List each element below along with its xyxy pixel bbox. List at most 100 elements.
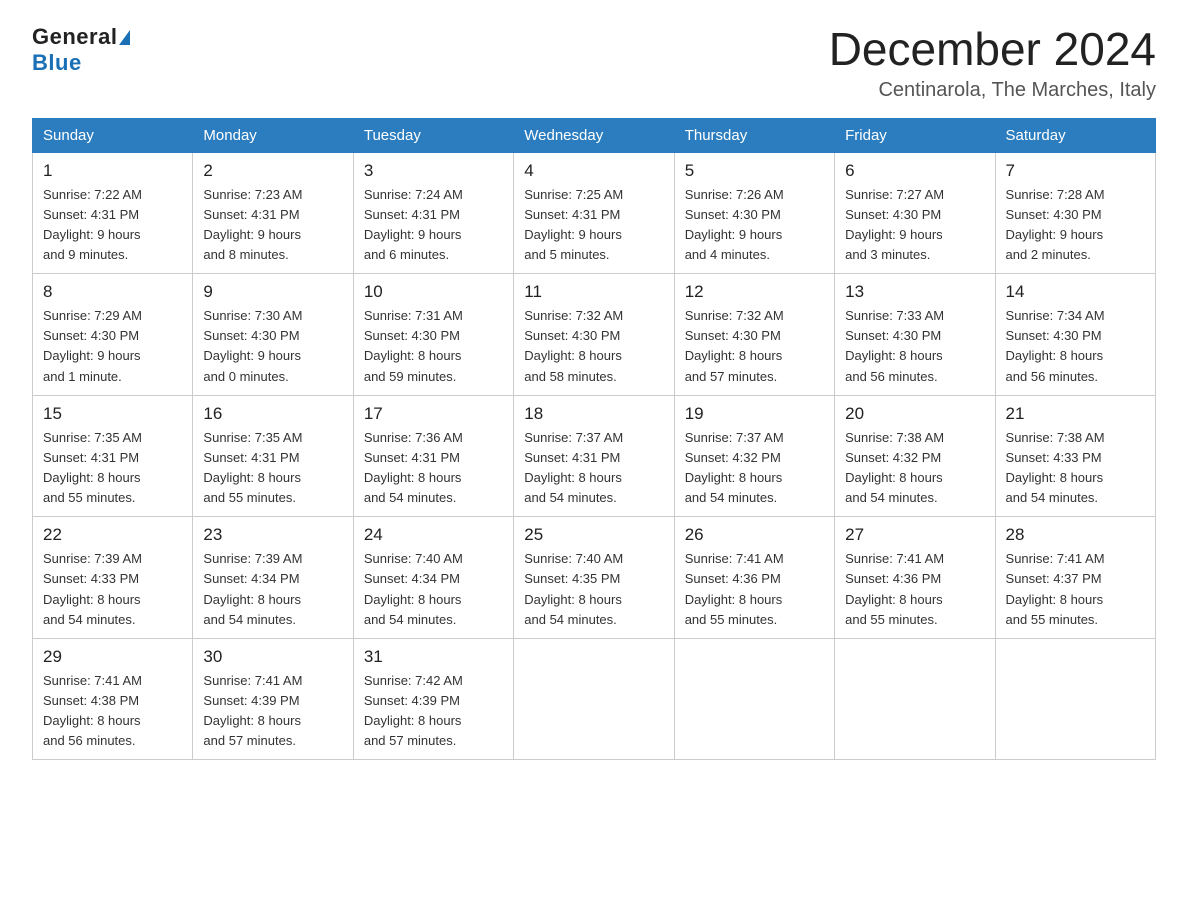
- day-info: Sunrise: 7:42 AMSunset: 4:39 PMDaylight:…: [364, 671, 503, 752]
- calendar-cell: [995, 638, 1155, 760]
- calendar-cell: 23 Sunrise: 7:39 AMSunset: 4:34 PMDayligh…: [193, 517, 353, 639]
- day-info: Sunrise: 7:41 AMSunset: 4:38 PMDaylight:…: [43, 671, 182, 752]
- calendar-week-row: 22 Sunrise: 7:39 AMSunset: 4:33 PMDayligh…: [33, 517, 1156, 639]
- day-info: Sunrise: 7:27 AMSunset: 4:30 PMDaylight:…: [845, 185, 984, 266]
- day-number: 20: [845, 404, 984, 424]
- day-info: Sunrise: 7:38 AMSunset: 4:32 PMDaylight:…: [845, 428, 984, 509]
- day-info: Sunrise: 7:37 AMSunset: 4:31 PMDaylight:…: [524, 428, 663, 509]
- day-number: 9: [203, 282, 342, 302]
- calendar-cell: 1 Sunrise: 7:22 AMSunset: 4:31 PMDaylight…: [33, 152, 193, 274]
- calendar-cell: [674, 638, 834, 760]
- day-info: Sunrise: 7:25 AMSunset: 4:31 PMDaylight:…: [524, 185, 663, 266]
- day-info: Sunrise: 7:22 AMSunset: 4:31 PMDaylight:…: [43, 185, 182, 266]
- day-number: 1: [43, 161, 182, 181]
- day-info: Sunrise: 7:33 AMSunset: 4:30 PMDaylight:…: [845, 306, 984, 387]
- calendar-cell: 12 Sunrise: 7:32 AMSunset: 4:30 PMDayligh…: [674, 274, 834, 396]
- day-info: Sunrise: 7:32 AMSunset: 4:30 PMDaylight:…: [524, 306, 663, 387]
- calendar-cell: 22 Sunrise: 7:39 AMSunset: 4:33 PMDayligh…: [33, 517, 193, 639]
- weekday-header-tuesday: Tuesday: [353, 118, 513, 152]
- calendar-cell: 21 Sunrise: 7:38 AMSunset: 4:33 PMDayligh…: [995, 395, 1155, 517]
- day-number: 13: [845, 282, 984, 302]
- day-info: Sunrise: 7:41 AMSunset: 4:37 PMDaylight:…: [1006, 549, 1145, 630]
- calendar-cell: 7Sunrise: 7:28 AMSunset: 4:30 PMDaylight…: [995, 152, 1155, 274]
- day-number: 31: [364, 647, 503, 667]
- calendar-cell: 20 Sunrise: 7:38 AMSunset: 4:32 PMDayligh…: [835, 395, 995, 517]
- day-info: Sunrise: 7:30 AMSunset: 4:30 PMDaylight:…: [203, 306, 342, 387]
- day-number: 25: [524, 525, 663, 545]
- calendar-cell: 16 Sunrise: 7:35 AMSunset: 4:31 PMDayligh…: [193, 395, 353, 517]
- calendar-cell: 28 Sunrise: 7:41 AMSunset: 4:37 PMDayligh…: [995, 517, 1155, 639]
- day-number: 21: [1006, 404, 1145, 424]
- calendar-week-row: 1 Sunrise: 7:22 AMSunset: 4:31 PMDaylight…: [33, 152, 1156, 274]
- day-info: Sunrise: 7:39 AMSunset: 4:33 PMDaylight:…: [43, 549, 182, 630]
- calendar-cell: 18 Sunrise: 7:37 AMSunset: 4:31 PMDayligh…: [514, 395, 674, 517]
- logo-blue: Blue: [32, 50, 82, 76]
- day-info: Sunrise: 7:28 AMSunset: 4:30 PMDaylight:…: [1006, 185, 1145, 266]
- calendar-cell: 5Sunrise: 7:26 AMSunset: 4:30 PMDaylight…: [674, 152, 834, 274]
- day-info: Sunrise: 7:35 AMSunset: 4:31 PMDaylight:…: [203, 428, 342, 509]
- day-number: 30: [203, 647, 342, 667]
- day-number: 6: [845, 161, 984, 181]
- calendar-cell: 29Sunrise: 7:41 AMSunset: 4:38 PMDayligh…: [33, 638, 193, 760]
- day-number: 23: [203, 525, 342, 545]
- day-number: 12: [685, 282, 824, 302]
- calendar-week-row: 29Sunrise: 7:41 AMSunset: 4:38 PMDayligh…: [33, 638, 1156, 760]
- day-number: 8: [43, 282, 182, 302]
- day-info: Sunrise: 7:41 AMSunset: 4:36 PMDaylight:…: [845, 549, 984, 630]
- day-info: Sunrise: 7:29 AMSunset: 4:30 PMDaylight:…: [43, 306, 182, 387]
- day-info: Sunrise: 7:35 AMSunset: 4:31 PMDaylight:…: [43, 428, 182, 509]
- day-info: Sunrise: 7:39 AMSunset: 4:34 PMDaylight:…: [203, 549, 342, 630]
- weekday-header-monday: Monday: [193, 118, 353, 152]
- day-number: 5: [685, 161, 824, 181]
- page-title: December 2024: [829, 24, 1156, 75]
- calendar-cell: 6 Sunrise: 7:27 AMSunset: 4:30 PMDaylight…: [835, 152, 995, 274]
- day-info: Sunrise: 7:37 AMSunset: 4:32 PMDaylight:…: [685, 428, 824, 509]
- day-info: Sunrise: 7:32 AMSunset: 4:30 PMDaylight:…: [685, 306, 824, 387]
- day-number: 27: [845, 525, 984, 545]
- calendar-cell: 17 Sunrise: 7:36 AMSunset: 4:31 PMDayligh…: [353, 395, 513, 517]
- calendar-cell: 8 Sunrise: 7:29 AMSunset: 4:30 PMDaylight…: [33, 274, 193, 396]
- calendar-cell: 24Sunrise: 7:40 AMSunset: 4:34 PMDayligh…: [353, 517, 513, 639]
- day-number: 24: [364, 525, 503, 545]
- weekday-header-wednesday: Wednesday: [514, 118, 674, 152]
- calendar-cell: 15 Sunrise: 7:35 AMSunset: 4:31 PMDayligh…: [33, 395, 193, 517]
- day-number: 15: [43, 404, 182, 424]
- day-number: 16: [203, 404, 342, 424]
- logo-triangle-icon: [119, 30, 130, 45]
- calendar-cell: 9 Sunrise: 7:30 AMSunset: 4:30 PMDaylight…: [193, 274, 353, 396]
- calendar-cell: 13 Sunrise: 7:33 AMSunset: 4:30 PMDayligh…: [835, 274, 995, 396]
- calendar-cell: 31 Sunrise: 7:42 AMSunset: 4:39 PMDayligh…: [353, 638, 513, 760]
- day-number: 18: [524, 404, 663, 424]
- day-number: 26: [685, 525, 824, 545]
- day-number: 2: [203, 161, 342, 181]
- day-number: 22: [43, 525, 182, 545]
- day-number: 28: [1006, 525, 1145, 545]
- calendar-cell: 11Sunrise: 7:32 AMSunset: 4:30 PMDayligh…: [514, 274, 674, 396]
- title-block: December 2024 Centinarola, The Marches, …: [829, 24, 1156, 102]
- day-info: Sunrise: 7:40 AMSunset: 4:35 PMDaylight:…: [524, 549, 663, 630]
- day-number: 4: [524, 161, 663, 181]
- day-info: Sunrise: 7:31 AMSunset: 4:30 PMDaylight:…: [364, 306, 503, 387]
- calendar-cell: [514, 638, 674, 760]
- page-subtitle: Centinarola, The Marches, Italy: [829, 79, 1156, 102]
- calendar-cell: 14Sunrise: 7:34 AMSunset: 4:30 PMDayligh…: [995, 274, 1155, 396]
- day-info: Sunrise: 7:38 AMSunset: 4:33 PMDaylight:…: [1006, 428, 1145, 509]
- calendar-cell: [835, 638, 995, 760]
- day-number: 17: [364, 404, 503, 424]
- day-number: 3: [364, 161, 503, 181]
- calendar-cell: 19Sunrise: 7:37 AMSunset: 4:32 PMDayligh…: [674, 395, 834, 517]
- day-info: Sunrise: 7:36 AMSunset: 4:31 PMDaylight:…: [364, 428, 503, 509]
- calendar-cell: 26Sunrise: 7:41 AMSunset: 4:36 PMDayligh…: [674, 517, 834, 639]
- calendar-cell: 25 Sunrise: 7:40 AMSunset: 4:35 PMDayligh…: [514, 517, 674, 639]
- calendar-cell: 27 Sunrise: 7:41 AMSunset: 4:36 PMDayligh…: [835, 517, 995, 639]
- weekday-header-sunday: Sunday: [33, 118, 193, 152]
- weekday-header-saturday: Saturday: [995, 118, 1155, 152]
- calendar-cell: 4 Sunrise: 7:25 AMSunset: 4:31 PMDaylight…: [514, 152, 674, 274]
- calendar-header-row: SundayMondayTuesdayWednesdayThursdayFrid…: [33, 118, 1156, 152]
- calendar-week-row: 8 Sunrise: 7:29 AMSunset: 4:30 PMDaylight…: [33, 274, 1156, 396]
- weekday-header-friday: Friday: [835, 118, 995, 152]
- day-number: 10: [364, 282, 503, 302]
- day-info: Sunrise: 7:23 AMSunset: 4:31 PMDaylight:…: [203, 185, 342, 266]
- calendar-cell: 2 Sunrise: 7:23 AMSunset: 4:31 PMDaylight…: [193, 152, 353, 274]
- day-number: 14: [1006, 282, 1145, 302]
